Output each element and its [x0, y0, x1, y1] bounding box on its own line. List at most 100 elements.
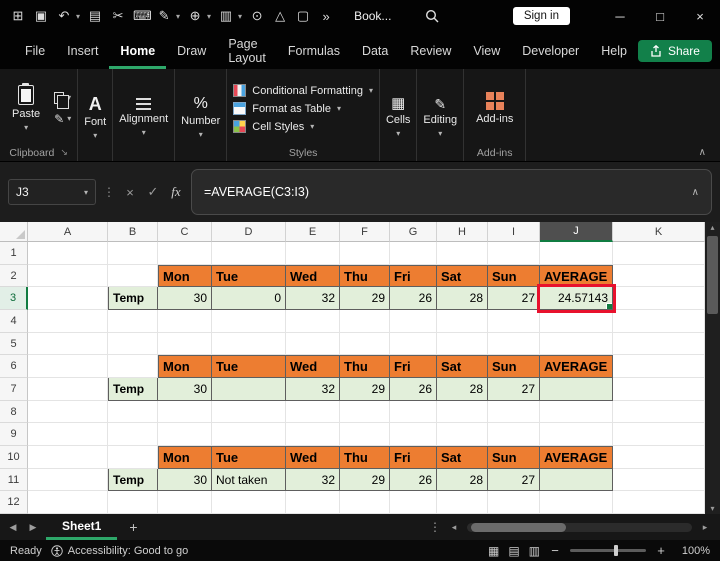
vertical-scroll-thumb[interactable] [707, 236, 718, 314]
cell-A5[interactable] [28, 332, 108, 356]
cell-I6[interactable]: Sun [488, 355, 540, 379]
cell-G12[interactable] [390, 491, 437, 515]
cell-B1[interactable] [108, 242, 158, 265]
cell-C6[interactable]: Mon [158, 355, 212, 379]
search-icon[interactable] [425, 9, 439, 23]
cell-B6[interactable] [108, 355, 158, 379]
font-group[interactable]: A Font ▾ [78, 69, 114, 161]
cell-E8[interactable] [286, 400, 340, 424]
formula-input[interactable]: =AVERAGE(C3:I3) ∧ [191, 169, 712, 215]
cell-C8[interactable] [158, 400, 212, 424]
cell-E12[interactable] [286, 491, 340, 515]
cell-G10[interactable]: Fri [390, 446, 437, 469]
cell-C9[interactable] [158, 423, 212, 447]
cell-D6[interactable]: Tue [212, 355, 286, 379]
cell-J11[interactable] [540, 468, 613, 492]
cell-K11[interactable] [613, 468, 705, 492]
cell-A11[interactable] [28, 468, 108, 492]
menu-tab-formulas[interactable]: Formulas [277, 32, 351, 69]
cell-J2[interactable]: AVERAGE [540, 264, 613, 288]
close-button[interactable]: × [680, 0, 720, 32]
cell-F11[interactable]: 29 [340, 468, 390, 492]
menu-tab-developer[interactable]: Developer [511, 32, 590, 69]
cell-G3[interactable]: 26 [390, 287, 437, 311]
cell-E11[interactable]: 32 [286, 468, 340, 492]
column-header-A[interactable]: A [28, 222, 108, 242]
cell-J12[interactable] [540, 491, 613, 515]
cell-B7[interactable]: Temp [108, 378, 158, 401]
chevron-down-icon[interactable]: ▾ [238, 12, 242, 21]
cell-I5[interactable] [488, 332, 540, 356]
cell-G4[interactable] [390, 310, 437, 333]
workbook-icon[interactable]: ▤ [87, 8, 103, 24]
cell-I4[interactable] [488, 310, 540, 333]
cell-H7[interactable]: 28 [437, 378, 488, 401]
cell-F5[interactable] [340, 332, 390, 356]
cell-I1[interactable] [488, 242, 540, 265]
horizontal-scrollbar[interactable] [467, 522, 692, 532]
normal-view-icon[interactable]: ▦ [488, 544, 499, 558]
cell-H4[interactable] [437, 310, 488, 333]
cell-B8[interactable] [108, 400, 158, 424]
cell-C10[interactable]: Mon [158, 446, 212, 469]
cell-C12[interactable] [158, 491, 212, 515]
cell-I10[interactable]: Sun [488, 446, 540, 469]
cell-G6[interactable]: Fri [390, 355, 437, 379]
column-header-F[interactable]: F [340, 222, 390, 242]
cell-J7[interactable] [540, 378, 613, 401]
cell-K12[interactable] [613, 491, 705, 515]
cell-E7[interactable]: 32 [286, 378, 340, 401]
insert-function-button[interactable]: fx [168, 184, 184, 200]
column-header-G[interactable]: G [390, 222, 437, 242]
cell-D3[interactable]: 0 [212, 287, 286, 311]
column-header-I[interactable]: I [488, 222, 540, 242]
cell-H1[interactable] [437, 242, 488, 265]
cell-A9[interactable] [28, 423, 108, 447]
dialog-launcher-icon[interactable]: ↘ [60, 147, 68, 158]
cell-K3[interactable] [613, 287, 705, 311]
cell-F6[interactable]: Thu [340, 355, 390, 379]
cell-E4[interactable] [286, 310, 340, 333]
cell-B12[interactable] [108, 491, 158, 515]
cell-B10[interactable] [108, 446, 158, 469]
cell-C5[interactable] [158, 332, 212, 356]
row-header-3[interactable]: 3 [0, 287, 28, 311]
hscroll-right-icon[interactable]: ▸ [698, 522, 712, 533]
zoom-slider-thumb[interactable] [614, 545, 619, 556]
collapse-ribbon-icon[interactable]: ∧ [699, 147, 706, 158]
cell-I3[interactable]: 27 [488, 287, 540, 311]
ruler-icon[interactable]: △ [272, 8, 288, 24]
cell-E3[interactable]: 32 [286, 287, 340, 311]
cell-C11[interactable]: 30 [158, 468, 212, 492]
cell-F7[interactable]: 29 [340, 378, 390, 401]
cell-D12[interactable] [212, 491, 286, 515]
sheet-nav-right-icon[interactable]: ▶ [26, 522, 40, 533]
cell-A7[interactable] [28, 378, 108, 401]
cell-K10[interactable] [613, 446, 705, 469]
conditional-formatting-button[interactable]: Conditional Formatting ▾ [233, 84, 373, 97]
menu-tab-data[interactable]: Data [351, 32, 399, 69]
sheet-bar-more-icon[interactable]: ⋮ [429, 520, 441, 534]
cell-K7[interactable] [613, 378, 705, 401]
maximize-button[interactable]: □ [640, 0, 680, 32]
cell-J5[interactable] [540, 332, 613, 356]
row-header-5[interactable]: 5 [0, 332, 28, 356]
cell-G2[interactable]: Fri [390, 264, 437, 288]
cell-D8[interactable] [212, 400, 286, 424]
column-header-E[interactable]: E [286, 222, 340, 242]
chevron-down-icon[interactable]: ▾ [176, 12, 180, 21]
menu-tab-file[interactable]: File [14, 32, 56, 69]
cell-K4[interactable] [613, 310, 705, 333]
cell-E6[interactable]: Wed [286, 355, 340, 379]
cell-E9[interactable] [286, 423, 340, 447]
cell-A6[interactable] [28, 355, 108, 379]
row-header-8[interactable]: 8 [0, 400, 28, 424]
page-layout-view-icon[interactable]: ▤ [508, 544, 519, 558]
cell-K2[interactable] [613, 264, 705, 288]
column-header-H[interactable]: H [437, 222, 488, 242]
cell-F3[interactable]: 29 [340, 287, 390, 311]
row-header-9[interactable]: 9 [0, 423, 28, 447]
format-as-table-button[interactable]: Format as Table ▾ [233, 102, 341, 115]
format-painter-icon[interactable]: ✎ [156, 8, 172, 24]
cell-F10[interactable]: Thu [340, 446, 390, 469]
